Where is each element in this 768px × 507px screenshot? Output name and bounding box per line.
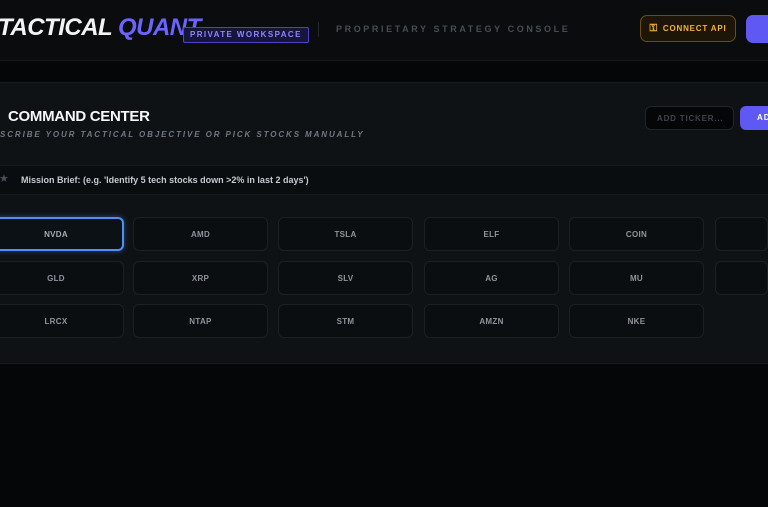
top-bar: TACTICAL QUANT PRIVATE WORKSPACE PROPRIE… — [0, 0, 768, 61]
brand-word-tactical: TACTICAL — [0, 14, 112, 41]
mission-brief-placeholder: Mission Brief: (e.g. 'Identify 5 tech st… — [21, 175, 309, 185]
mission-brief-field[interactable]: ★ Mission Brief: (e.g. 'Identify 5 tech … — [0, 165, 768, 195]
primary-action-button[interactable] — [746, 15, 768, 43]
ticker-chip[interactable]: ELF — [424, 217, 559, 251]
connect-api-label: CONNECT API — [662, 24, 727, 33]
workspace-badge: PRIVATE WORKSPACE — [183, 27, 309, 43]
ticker-chip[interactable]: NKE — [569, 304, 704, 338]
ticker-chip[interactable]: XRP — [133, 261, 268, 295]
command-center-title: COMMAND CENTER — [8, 108, 150, 125]
header-divider — [318, 22, 319, 37]
ticker-chip[interactable]: AMD — [133, 217, 268, 251]
ticker-chip[interactable]: NVDA — [0, 217, 124, 251]
ticker-chip[interactable]: GLD — [0, 261, 124, 295]
brand-logo: TACTICAL QUANT — [0, 14, 201, 42]
command-center-subtitle: SCRIBE YOUR TACTICAL OBJECTIVE OR PICK S… — [0, 130, 365, 139]
ticker-chip[interactable]: LRCX — [0, 304, 124, 338]
connect-api-button[interactable]: ⚿ CONNECT API — [640, 15, 736, 42]
ticker-chip[interactable]: MU — [569, 261, 704, 295]
key-icon: ⚿ — [649, 22, 658, 34]
ticker-chip[interactable]: AMZN — [424, 304, 559, 338]
ticker-chip[interactable] — [715, 261, 768, 295]
console-label: PROPRIETARY STRATEGY CONSOLE — [336, 24, 571, 34]
ticker-chip[interactable]: COIN — [569, 217, 704, 251]
ticker-chip[interactable]: SLV — [278, 261, 413, 295]
ticker-chip[interactable]: NTAP — [133, 304, 268, 338]
ticker-chip[interactable]: TSLA — [278, 217, 413, 251]
add-ticker-input[interactable] — [645, 106, 734, 130]
add-ticker-button[interactable]: AD — [740, 106, 768, 130]
command-center-panel: COMMAND CENTER SCRIBE YOUR TACTICAL OBJE… — [0, 82, 768, 364]
ticker-chip[interactable]: AG — [424, 261, 559, 295]
star-icon: ★ — [0, 173, 9, 185]
ticker-chip[interactable]: STM — [278, 304, 413, 338]
ticker-chip[interactable] — [715, 217, 768, 251]
